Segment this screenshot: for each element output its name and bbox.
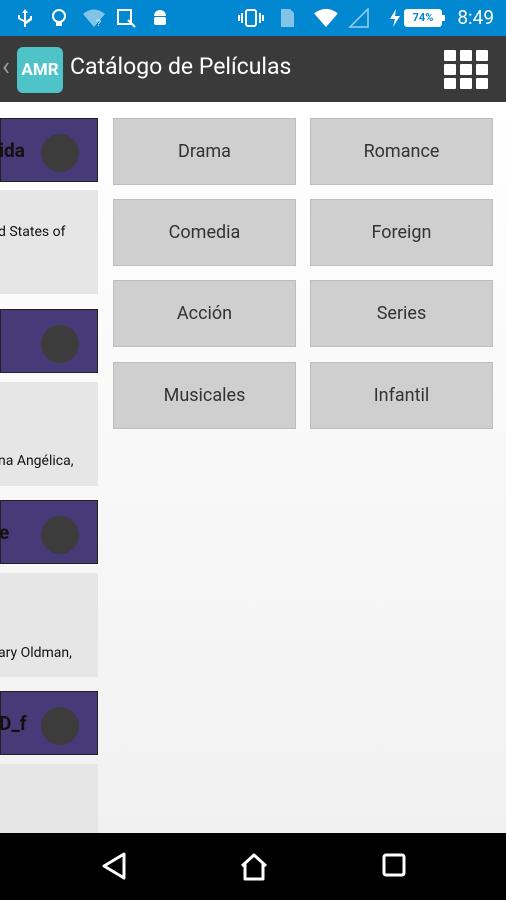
home-icon[interactable]: [238, 851, 270, 883]
genre-button-romance[interactable]: Romance: [310, 118, 493, 185]
genre-button-musicales[interactable]: Musicales: [113, 362, 296, 429]
movie-card-header[interactable]: [0, 309, 98, 373]
usb-icon: [18, 9, 32, 27]
grid-menu-icon[interactable]: [444, 50, 488, 90]
movie-card-body[interactable]: d States of: [0, 190, 98, 294]
movie-avatar: [41, 134, 79, 172]
action-bar: ‹ AMR Catálogo de Películas: [0, 36, 506, 102]
genre-button-foreign[interactable]: Foreign: [310, 199, 493, 266]
status-bar: ? 74% 8:49: [0, 0, 506, 36]
wifi-question-icon: ?: [83, 9, 105, 28]
recents-icon[interactable]: [380, 851, 408, 879]
genre-button-series[interactable]: Series: [310, 280, 493, 347]
movie-card-body[interactable]: ary Oldman,: [0, 573, 98, 677]
movie-title: e: [0, 521, 10, 544]
movie-avatar: [41, 707, 79, 745]
app-title: Catálogo de Películas: [70, 53, 292, 80]
android-icon: [154, 10, 166, 25]
svg-text:?: ?: [96, 18, 101, 28]
genre-button-drama[interactable]: Drama: [113, 118, 296, 185]
vibrate-icon: [238, 9, 264, 27]
genre-button-comedia[interactable]: Comedia: [113, 199, 296, 266]
up-chevron-icon[interactable]: ‹: [2, 52, 10, 82]
movie-description: ary Oldman,: [0, 645, 72, 661]
movie-list[interactable]: ida d States of na Angélica, e ary Oldma…: [0, 102, 100, 833]
movie-card-body[interactable]: [0, 764, 98, 833]
status-time: 8:49: [457, 6, 494, 29]
screenshot-icon: [117, 9, 136, 28]
signal-icon: [348, 8, 369, 28]
movie-description: d States of: [0, 224, 66, 240]
movie-description: na Angélica,: [0, 453, 74, 469]
battery-icon: 74%: [404, 9, 445, 27]
charging-icon: [390, 9, 400, 27]
sim-icon: [281, 9, 294, 27]
movie-avatar: [41, 325, 79, 363]
app-logo[interactable]: AMR: [17, 47, 63, 93]
movie-title: D_f: [0, 712, 27, 735]
movie-card-header[interactable]: e: [0, 500, 98, 564]
movie-title: ida: [0, 139, 25, 162]
lightbulb-icon: [52, 9, 66, 26]
movie-avatar: [41, 516, 79, 554]
movie-card-header[interactable]: ida: [0, 118, 98, 182]
wifi-icon: [314, 8, 338, 28]
movie-card-body[interactable]: na Angélica,: [0, 382, 98, 486]
movie-card-header[interactable]: D_f: [0, 691, 98, 755]
navigation-bar: [0, 833, 506, 900]
main-content: ida d States of na Angélica, e ary Oldma…: [0, 102, 506, 833]
genre-button-accion[interactable]: Acción: [113, 280, 296, 347]
back-icon[interactable]: [100, 851, 128, 881]
genre-button-infantil[interactable]: Infantil: [310, 362, 493, 429]
battery-percent: 74%: [412, 11, 434, 24]
